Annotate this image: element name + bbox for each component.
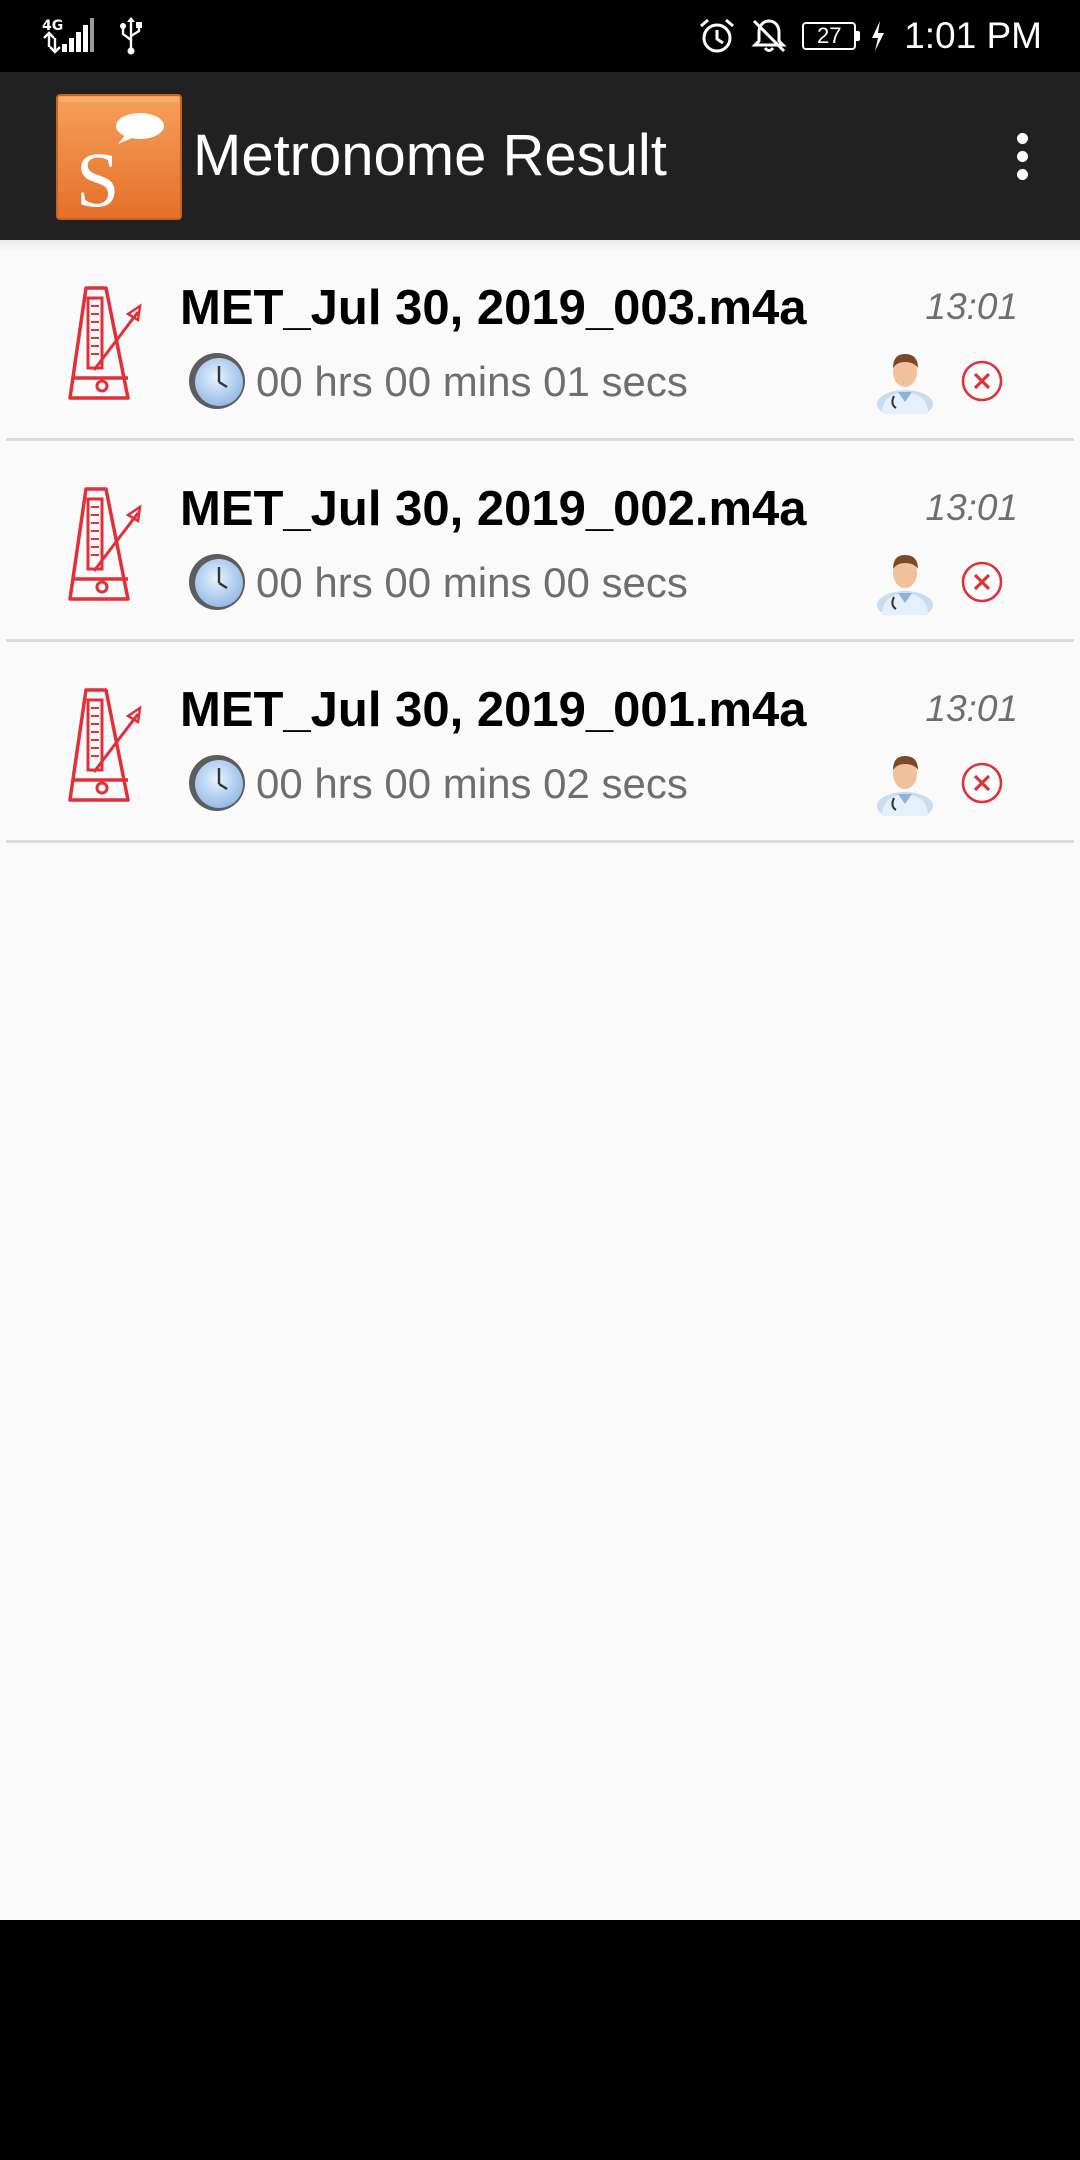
delete-icon[interactable]	[961, 360, 1003, 402]
status-bar-right: 27 1:01 PM	[698, 10, 1042, 62]
delete-icon[interactable]	[961, 762, 1003, 804]
clock-icon	[189, 755, 245, 811]
status-bar: 4G 27 1:01 PM	[0, 0, 1080, 72]
recording-filename: MET_Jul 30, 2019_001.m4a	[180, 683, 807, 737]
recording-time: 13:01	[925, 688, 1018, 729]
navigation-bar	[0, 1920, 1080, 2160]
screen: 4G 27 1:01 PM S Metronome Result MET_Jul…	[0, 0, 1080, 2160]
metronome-icon	[68, 286, 142, 400]
recording-duration: 00 hrs 00 mins 00 secs	[256, 559, 688, 606]
recording-list-item[interactable]: MET_Jul 30, 2019_003.m4a 13:01 00 hrs 00…	[0, 240, 1080, 441]
notifications-off-icon	[751, 19, 787, 53]
more-vert-icon[interactable]	[994, 122, 1050, 190]
delete-icon[interactable]	[961, 561, 1003, 603]
recordings-list: MET_Jul 30, 2019_003.m4a 13:01 00 hrs 00…	[0, 240, 1080, 1920]
recording-filename: MET_Jul 30, 2019_003.m4a	[180, 281, 807, 335]
recording-duration: 00 hrs 00 mins 02 secs	[256, 760, 688, 807]
battery-level: 27	[816, 23, 842, 48]
network-label: 4G	[42, 18, 63, 34]
usb-icon	[120, 17, 142, 55]
status-time: 1:01 PM	[904, 15, 1042, 56]
menu-dot	[1016, 168, 1028, 180]
doctor-icon[interactable]	[874, 348, 936, 414]
recording-list-item[interactable]: MET_Jul 30, 2019_001.m4a 13:01 00 hrs 00…	[0, 642, 1080, 843]
recording-time: 13:01	[925, 286, 1018, 327]
clock-icon	[189, 554, 245, 610]
doctor-icon[interactable]	[874, 750, 936, 816]
doctor-icon[interactable]	[874, 549, 936, 615]
metronome-icon	[68, 487, 142, 601]
recording-list-item[interactable]: MET_Jul 30, 2019_002.m4a 13:01 00 hrs 00…	[0, 441, 1080, 642]
signal-4g-icon: 4G	[42, 18, 94, 54]
logo-letter: S	[76, 136, 119, 220]
menu-dot	[1016, 150, 1028, 162]
page-title: Metronome Result	[193, 123, 667, 188]
alarm-icon	[700, 18, 735, 53]
list-divider	[6, 840, 1074, 843]
charging-bolt-icon	[872, 21, 885, 51]
menu-dot	[1016, 132, 1028, 144]
app-bar: S Metronome Result	[0, 72, 1080, 240]
metronome-icon	[68, 688, 142, 802]
clock-icon	[189, 353, 245, 409]
status-bar-left: 4G	[40, 14, 144, 58]
recording-filename: MET_Jul 30, 2019_002.m4a	[180, 482, 807, 536]
battery-indicator: 27	[802, 22, 861, 50]
recording-duration: 00 hrs 00 mins 01 secs	[256, 358, 688, 405]
app-logo-icon: S	[56, 94, 182, 220]
recording-time: 13:01	[925, 487, 1018, 528]
